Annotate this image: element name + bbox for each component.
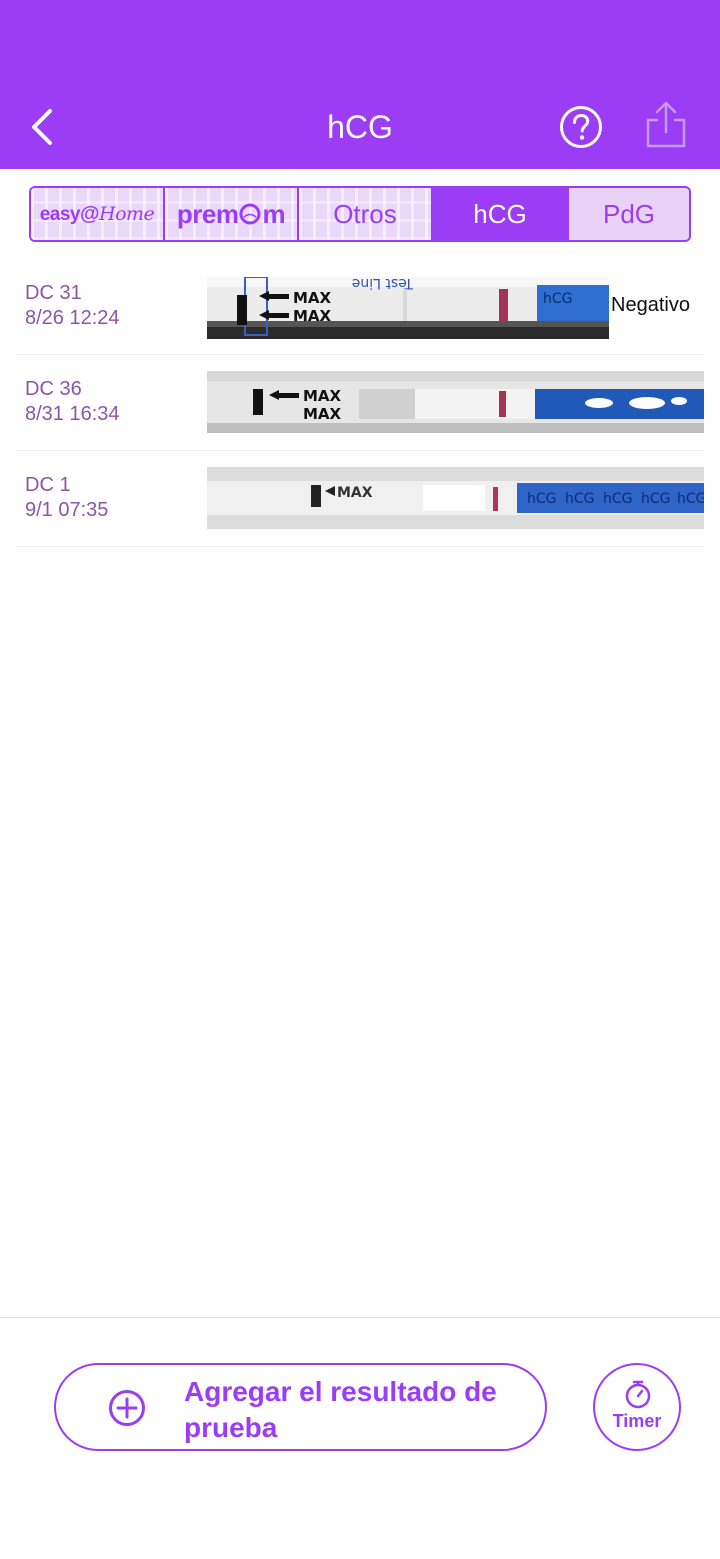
svg-text:MAX: MAX (293, 289, 332, 307)
svg-text:hCG: hCG (603, 491, 633, 507)
test-strip-image: MAX MAX Test Line hCG (207, 277, 609, 339)
help-button[interactable] (559, 105, 603, 149)
cycle-day: DC 1 (25, 474, 71, 496)
premom-logo: prem m (176, 198, 286, 229)
easy-at-home-logo: easy@Home (39, 202, 155, 225)
tab-hcg-label: hCG (473, 198, 527, 229)
question-circle-icon (560, 106, 602, 148)
svg-text:MAX: MAX (337, 485, 373, 501)
timer-button[interactable]: Timer (593, 1363, 681, 1451)
svg-text:hCG: hCG (641, 491, 671, 507)
test-strip-image: MAX MAX (207, 371, 704, 433)
svg-text:hCG: hCG (527, 491, 557, 507)
svg-text:MAX: MAX (293, 307, 332, 325)
svg-text:hCG: hCG (565, 491, 595, 507)
list-item[interactable]: DC 1 9/1 07:35 MAX hCG hCG hCG hCG hCG (16, 451, 704, 547)
timer-label: Timer (612, 1411, 662, 1431)
add-test-result-label: Agregar el resultado de prueba (184, 1376, 497, 1443)
svg-text:Test Line: Test Line (352, 277, 414, 291)
test-strip-image: MAX hCG hCG hCG hCG hCG (207, 467, 704, 529)
add-test-result-button[interactable]: Agregar el resultado de prueba (54, 1363, 547, 1451)
tab-easy-at-home[interactable]: easy@Home (31, 188, 165, 240)
test-datetime: 8/31 16:34 (25, 403, 120, 425)
cycle-day: DC 31 (25, 282, 82, 304)
page-title: hCG (327, 109, 393, 145)
stopwatch-icon (625, 1380, 651, 1409)
test-datetime: 8/26 12:24 (25, 307, 120, 329)
footer-divider (0, 1317, 720, 1318)
svg-text:MAX: MAX (303, 405, 342, 423)
tab-hcg[interactable]: hCG (433, 188, 569, 240)
test-type-tabs: easy@Home prem m Otros hCG PdG (29, 186, 691, 242)
tab-premom[interactable]: prem m (165, 188, 299, 240)
plus-circle-icon (109, 1390, 145, 1426)
tab-otros-label: Otros (333, 198, 397, 229)
cycle-day: DC 36 (25, 378, 82, 400)
tab-pdg-label: PdG (602, 198, 656, 229)
test-result: Negativo (611, 294, 690, 316)
list-item[interactable]: DC 31 8/26 12:24 MAX MAX Test Line hCG N… (16, 259, 704, 355)
share-button[interactable] (644, 100, 688, 150)
app-header: hCG (0, 0, 720, 169)
svg-text:MAX: MAX (303, 387, 342, 405)
tab-pdg[interactable]: PdG (569, 188, 689, 240)
test-datetime: 9/1 07:35 (25, 499, 109, 521)
tab-otros[interactable]: Otros (299, 188, 433, 240)
list-item[interactable]: DC 36 8/31 16:34 MAX MAX (16, 355, 704, 451)
svg-text:hCG: hCG (543, 291, 573, 307)
svg-text:hCG: hCG (677, 491, 704, 507)
share-icon (646, 101, 686, 148)
